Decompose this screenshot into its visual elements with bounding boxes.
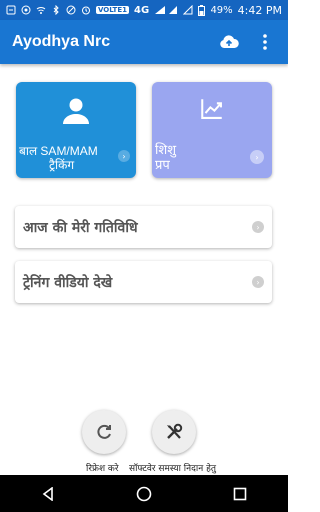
tile-label: शिशु प्रप (155, 142, 176, 172)
status-right-icons: 49% 4:42 PM (168, 4, 282, 17)
chevron-right-icon: › (252, 276, 264, 288)
battery-icon (198, 4, 206, 16)
troubleshoot-button[interactable] (152, 410, 196, 454)
system-nav-bar (0, 475, 288, 512)
tile-shishu[interactable]: शिशु प्रप › (152, 82, 272, 178)
hotspot-icon (21, 5, 31, 15)
alarm-icon (82, 6, 90, 15)
person-icon (63, 98, 89, 124)
notification-icon (6, 5, 16, 15)
chevron-right-icon: › (252, 221, 264, 233)
back-button[interactable] (36, 482, 60, 506)
app-bar: Ayodhya Nrc (0, 20, 288, 64)
refresh-button[interactable] (82, 410, 126, 454)
wifi-icon (36, 7, 46, 14)
card-label: आज की मेरी गतिविधि (23, 219, 138, 236)
status-left-icons: VOLTE1 4G (6, 5, 166, 16)
tile-label-line2: प्रप (155, 157, 170, 172)
tile-label-line1: शिशु (155, 142, 177, 157)
network-type: 4G (133, 4, 150, 16)
troubleshoot-label: सॉफ्टवेर समस्या निदान हेतु (129, 464, 217, 474)
chevron-right-icon: › (250, 150, 264, 164)
home-icon (136, 486, 152, 501)
data-icon (169, 6, 178, 14)
battery-level: 49% (210, 4, 233, 16)
refresh-icon (97, 424, 111, 439)
back-icon (42, 486, 53, 501)
signal-2-icon (183, 5, 193, 15)
tile-sam-mam-tracking[interactable]: बाल SAM/MAM ट्रैकिंग › (16, 82, 136, 178)
recents-icon (233, 487, 247, 500)
recents-button[interactable] (228, 482, 252, 506)
chevron-right-icon: › (118, 150, 130, 162)
mute-icon (66, 5, 76, 15)
trending-up-icon (201, 99, 222, 119)
app-screen: VOLTE1 4G 49% 4:42 PM Ayodhya Nrc बाल SA… (0, 0, 288, 512)
overflow-menu-button[interactable] (254, 31, 276, 53)
cloud-upload-button[interactable] (218, 31, 240, 53)
volte-badge: VOLTE1 (96, 6, 129, 14)
tile-label-line1: बाल SAM/MAM (19, 144, 98, 158)
tile-label: बाल SAM/MAM ट्रैकिंग (19, 144, 98, 172)
cloud-upload-icon (220, 35, 239, 48)
status-bar: VOLTE1 4G 49% 4:42 PM (0, 0, 288, 20)
clock: 4:42 PM (237, 3, 282, 17)
more-vert-icon (263, 34, 267, 50)
refresh-label: रिफ्रेश करे (86, 464, 119, 474)
app-title: Ayodhya Nrc (12, 33, 111, 50)
signal-icon (155, 6, 166, 14)
card-today-activity[interactable]: आज की मेरी गतिविधि › (15, 206, 272, 248)
home-button[interactable] (132, 482, 156, 506)
tools-icon (167, 423, 183, 439)
bluetooth-icon (53, 5, 59, 15)
card-label: ट्रेनिंग वीडियो देखे (23, 274, 113, 291)
tile-label-line2: ट्रैकिंग (49, 158, 75, 172)
card-training-videos[interactable]: ट्रेनिंग वीडियो देखे › (15, 261, 272, 303)
app-bar-actions (218, 31, 276, 53)
